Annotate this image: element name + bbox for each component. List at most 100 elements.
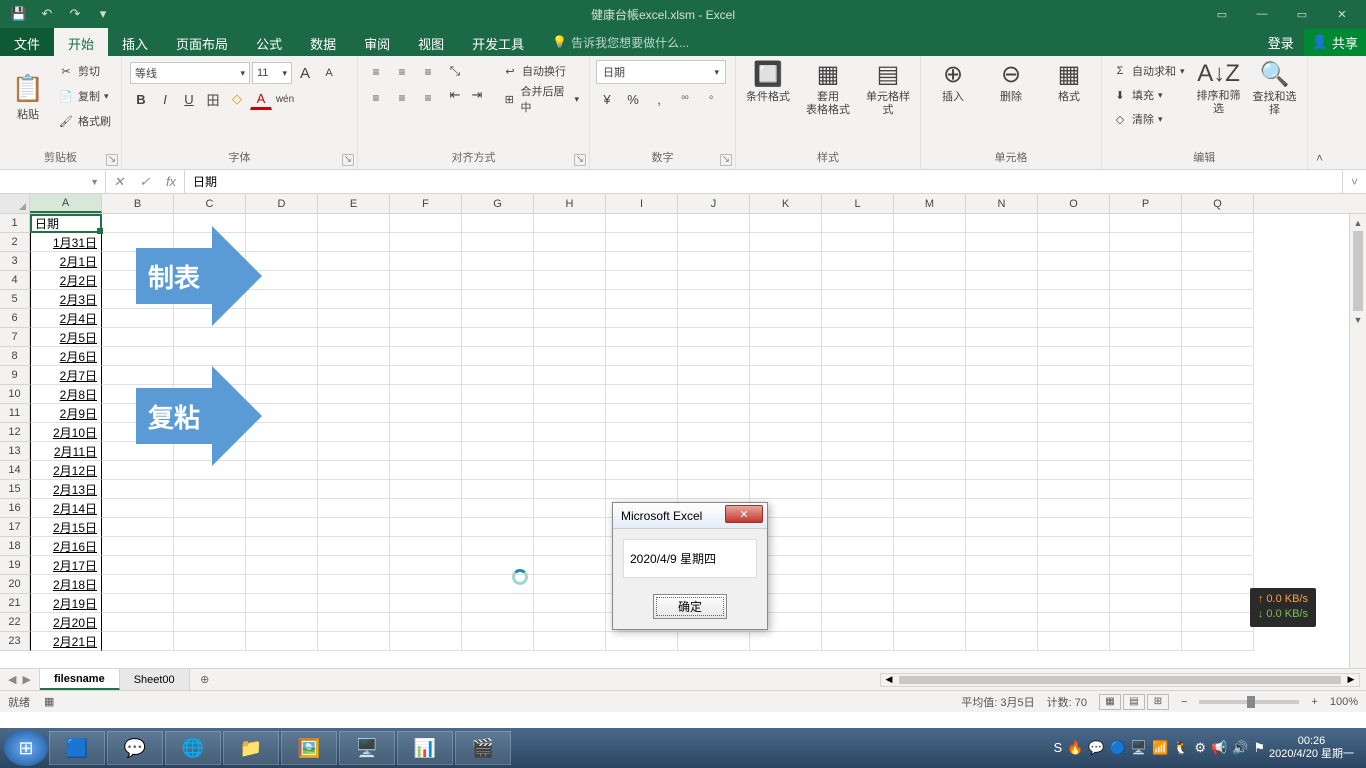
fill-button[interactable]: ⬇填充▾ bbox=[1108, 84, 1189, 106]
cell-O8[interactable] bbox=[1038, 347, 1110, 366]
cell-P20[interactable] bbox=[1110, 575, 1182, 594]
cell-N6[interactable] bbox=[966, 309, 1038, 328]
cell-D7[interactable] bbox=[246, 328, 318, 347]
cell-C8[interactable] bbox=[174, 347, 246, 366]
cell-H3[interactable] bbox=[534, 252, 606, 271]
tab-developer[interactable]: 开发工具 bbox=[458, 28, 538, 56]
column-header-I[interactable]: I bbox=[606, 194, 678, 213]
cell-G15[interactable] bbox=[462, 480, 534, 499]
signin-button[interactable]: 登录 bbox=[1258, 27, 1304, 58]
cell-A21[interactable]: 2月19日 bbox=[30, 594, 102, 613]
cell-L6[interactable] bbox=[822, 309, 894, 328]
cell-D21[interactable] bbox=[246, 594, 318, 613]
cell-O2[interactable] bbox=[1038, 233, 1110, 252]
cell-I7[interactable] bbox=[606, 328, 678, 347]
cell-F9[interactable] bbox=[390, 366, 462, 385]
cell-H22[interactable] bbox=[534, 613, 606, 632]
column-header-D[interactable]: D bbox=[246, 194, 318, 213]
cell-O18[interactable] bbox=[1038, 537, 1110, 556]
decrease-font-button[interactable]: A bbox=[318, 62, 340, 84]
cell-A12[interactable]: 2月10日 bbox=[30, 423, 102, 442]
cell-M6[interactable] bbox=[894, 309, 966, 328]
cell-J23[interactable] bbox=[678, 632, 750, 651]
cell-O21[interactable] bbox=[1038, 594, 1110, 613]
tray-icon-5[interactable]: 📶 bbox=[1152, 740, 1168, 756]
cell-L14[interactable] bbox=[822, 461, 894, 480]
share-button[interactable]: 👤 共享 bbox=[1304, 29, 1366, 56]
cell-F14[interactable] bbox=[390, 461, 462, 480]
cell-N21[interactable] bbox=[966, 594, 1038, 613]
cell-I10[interactable] bbox=[606, 385, 678, 404]
cancel-formula-button[interactable]: ✕ bbox=[106, 174, 132, 190]
cell-M23[interactable] bbox=[894, 632, 966, 651]
formula-input[interactable]: 日期 bbox=[185, 170, 1342, 193]
cell-D23[interactable] bbox=[246, 632, 318, 651]
column-header-O[interactable]: O bbox=[1038, 194, 1110, 213]
cell-L3[interactable] bbox=[822, 252, 894, 271]
cell-G21[interactable] bbox=[462, 594, 534, 613]
cell-E20[interactable] bbox=[318, 575, 390, 594]
row-header-6[interactable]: 6 bbox=[0, 309, 29, 328]
cell-E13[interactable] bbox=[318, 442, 390, 461]
cell-C17[interactable] bbox=[174, 518, 246, 537]
column-header-E[interactable]: E bbox=[318, 194, 390, 213]
font-size-select[interactable]: 11▾ bbox=[252, 62, 292, 84]
tab-view[interactable]: 视图 bbox=[404, 28, 458, 56]
cell-D15[interactable] bbox=[246, 480, 318, 499]
cell-Q10[interactable] bbox=[1182, 385, 1254, 404]
cell-B18[interactable] bbox=[102, 537, 174, 556]
expand-formula-bar-button[interactable]: ˅ bbox=[1342, 170, 1366, 193]
cell-K4[interactable] bbox=[750, 271, 822, 290]
shape-arrow-make-table[interactable]: 制表 bbox=[136, 226, 262, 326]
cell-J4[interactable] bbox=[678, 271, 750, 290]
cell-H14[interactable] bbox=[534, 461, 606, 480]
cell-P3[interactable] bbox=[1110, 252, 1182, 271]
cell-C21[interactable] bbox=[174, 594, 246, 613]
cell-Q2[interactable] bbox=[1182, 233, 1254, 252]
cell-J3[interactable] bbox=[678, 252, 750, 271]
cell-L17[interactable] bbox=[822, 518, 894, 537]
cell-E19[interactable] bbox=[318, 556, 390, 575]
cell-P7[interactable] bbox=[1110, 328, 1182, 347]
increase-font-button[interactable]: A bbox=[294, 62, 316, 84]
cell-N1[interactable] bbox=[966, 214, 1038, 233]
find-select-button[interactable]: 🔍查找和选择 bbox=[1249, 60, 1301, 147]
cell-N15[interactable] bbox=[966, 480, 1038, 499]
cell-O3[interactable] bbox=[1038, 252, 1110, 271]
number-format-select[interactable]: 日期▾ bbox=[596, 60, 726, 84]
cell-N20[interactable] bbox=[966, 575, 1038, 594]
insert-cells-button[interactable]: ⊕插入 bbox=[927, 60, 979, 104]
cell-E4[interactable] bbox=[318, 271, 390, 290]
scroll-thumb[interactable] bbox=[1353, 231, 1363, 311]
increase-decimal-button[interactable]: ⁰⁰ bbox=[674, 88, 696, 110]
cell-J9[interactable] bbox=[678, 366, 750, 385]
cell-N11[interactable] bbox=[966, 404, 1038, 423]
column-header-N[interactable]: N bbox=[966, 194, 1038, 213]
cell-M15[interactable] bbox=[894, 480, 966, 499]
cell-O15[interactable] bbox=[1038, 480, 1110, 499]
cell-Q13[interactable] bbox=[1182, 442, 1254, 461]
cell-G14[interactable] bbox=[462, 461, 534, 480]
cell-O23[interactable] bbox=[1038, 632, 1110, 651]
undo-button[interactable]: ↶ bbox=[36, 3, 58, 25]
cell-A13[interactable]: 2月11日 bbox=[30, 442, 102, 461]
clipboard-launcher[interactable]: ↘ bbox=[106, 154, 118, 166]
zoom-level[interactable]: 100% bbox=[1330, 696, 1358, 708]
normal-view-button[interactable]: ▦ bbox=[1099, 694, 1121, 710]
cell-E7[interactable] bbox=[318, 328, 390, 347]
cell-I15[interactable] bbox=[606, 480, 678, 499]
cell-Q19[interactable] bbox=[1182, 556, 1254, 575]
cell-D18[interactable] bbox=[246, 537, 318, 556]
cell-A9[interactable]: 2月7日 bbox=[30, 366, 102, 385]
column-header-B[interactable]: B bbox=[102, 194, 174, 213]
cell-M8[interactable] bbox=[894, 347, 966, 366]
cell-P4[interactable] bbox=[1110, 271, 1182, 290]
percent-button[interactable]: % bbox=[622, 88, 644, 110]
cell-G16[interactable] bbox=[462, 499, 534, 518]
cell-I3[interactable] bbox=[606, 252, 678, 271]
cell-O17[interactable] bbox=[1038, 518, 1110, 537]
row-header-19[interactable]: 19 bbox=[0, 556, 29, 575]
cell-N10[interactable] bbox=[966, 385, 1038, 404]
row-header-7[interactable]: 7 bbox=[0, 328, 29, 347]
close-button[interactable]: ✕ bbox=[1324, 3, 1360, 25]
